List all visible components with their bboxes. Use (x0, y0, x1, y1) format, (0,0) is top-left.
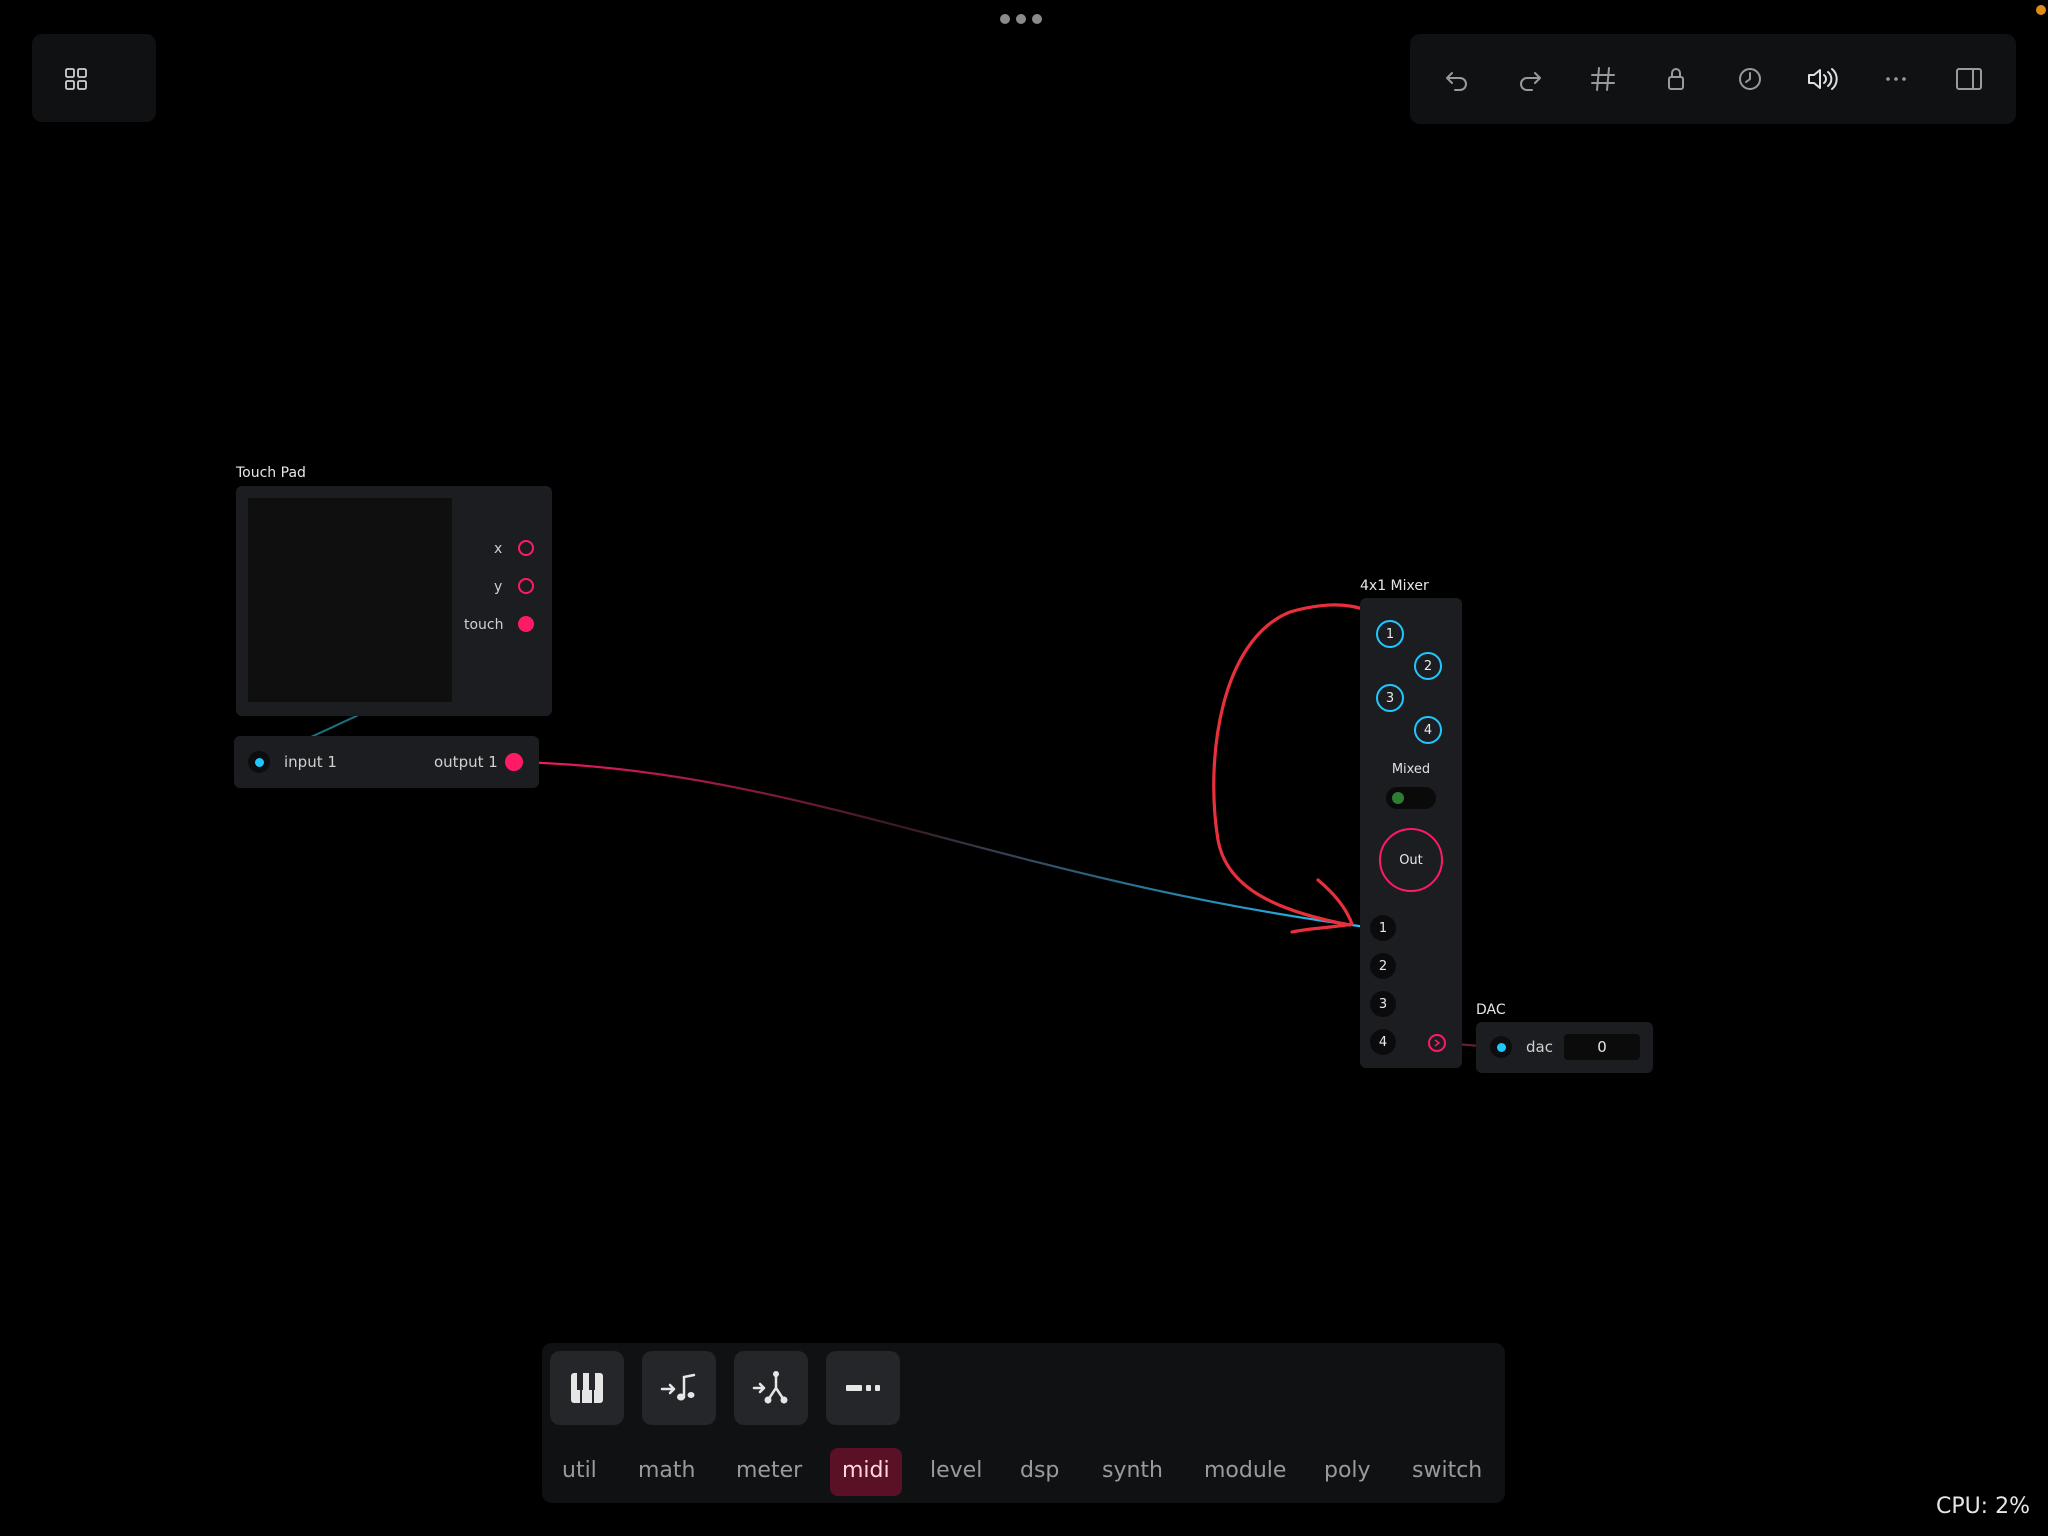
category-meter[interactable]: meter (724, 1448, 814, 1496)
category-util[interactable]: util (550, 1448, 609, 1496)
category-switch[interactable]: switch (1400, 1448, 1494, 1496)
mixer-input-4[interactable]: 4 (1370, 1029, 1396, 1055)
chevron-right-icon (1434, 1039, 1441, 1047)
gain-knob-2[interactable]: 2 (1414, 652, 1442, 680)
palette-dash-button[interactable] (826, 1351, 900, 1425)
category-midi[interactable]: midi (830, 1448, 902, 1496)
output-touch-label: touch (464, 617, 504, 633)
toggle-knob (1392, 792, 1404, 804)
mixer-title: 4x1 Mixer (1360, 578, 1429, 594)
output-1-port[interactable] (505, 753, 523, 771)
category-math[interactable]: math (626, 1448, 707, 1496)
dac-module[interactable]: dac 0 (1476, 1022, 1653, 1073)
mixer-input-3[interactable]: 3 (1370, 991, 1396, 1017)
cable-touchpad-to-mixer (513, 760, 1375, 930)
mixed-toggle[interactable] (1386, 787, 1436, 809)
output-x-port[interactable] (518, 540, 534, 556)
dac-input-port[interactable] (1490, 1036, 1512, 1058)
touch-surface[interactable] (248, 498, 452, 702)
note-input-icon (660, 1373, 696, 1401)
palette-note-split-button[interactable] (734, 1351, 808, 1425)
category-module[interactable]: module (1192, 1448, 1298, 1496)
input-1-label: input 1 (284, 753, 337, 771)
output-y-label: y (494, 579, 503, 595)
output-y-port[interactable] (518, 578, 534, 594)
output-1-label: output 1 (434, 753, 498, 771)
dash-icon (846, 1385, 880, 1391)
category-synth[interactable]: synth (1090, 1448, 1175, 1496)
mixer-module[interactable]: 1 2 3 4 Mixed Out 1 2 3 4 (1360, 598, 1462, 1068)
category-dsp[interactable]: dsp (1008, 1448, 1071, 1496)
note-split-icon (752, 1371, 788, 1404)
gain-knob-3[interactable]: 3 (1376, 684, 1404, 712)
mixer-output-port[interactable] (1428, 1034, 1446, 1052)
category-level[interactable]: level (918, 1448, 994, 1496)
input-1-port[interactable] (248, 751, 270, 773)
category-poly[interactable]: poly (1312, 1448, 1383, 1496)
gain-knob-4[interactable]: 4 (1414, 716, 1442, 744)
palette-piano-button[interactable] (550, 1351, 624, 1425)
piano-keys-icon (571, 1373, 603, 1403)
mixer-input-1[interactable]: 1 (1370, 915, 1396, 941)
cpu-indicator: CPU: 2% (1935, 1494, 2030, 1519)
mixer-input-2[interactable]: 2 (1370, 953, 1396, 979)
palette-note-input-button[interactable] (642, 1351, 716, 1425)
out-knob[interactable]: Out (1379, 828, 1443, 892)
dac-label: dac (1526, 1038, 1553, 1056)
mixed-label: Mixed (1391, 762, 1431, 777)
gain-knob-1[interactable]: 1 (1376, 620, 1404, 648)
output-x-label: x (494, 541, 503, 557)
touchpad-title: Touch Pad (236, 465, 306, 481)
touchpad-module[interactable]: x y touch (236, 486, 552, 716)
dac-channel-field[interactable]: 0 (1564, 1034, 1640, 1060)
dac-title: DAC (1476, 1002, 1506, 1018)
output-touch-port[interactable] (518, 616, 534, 632)
touchpad-io-bar: input 1 output 1 (234, 736, 539, 788)
